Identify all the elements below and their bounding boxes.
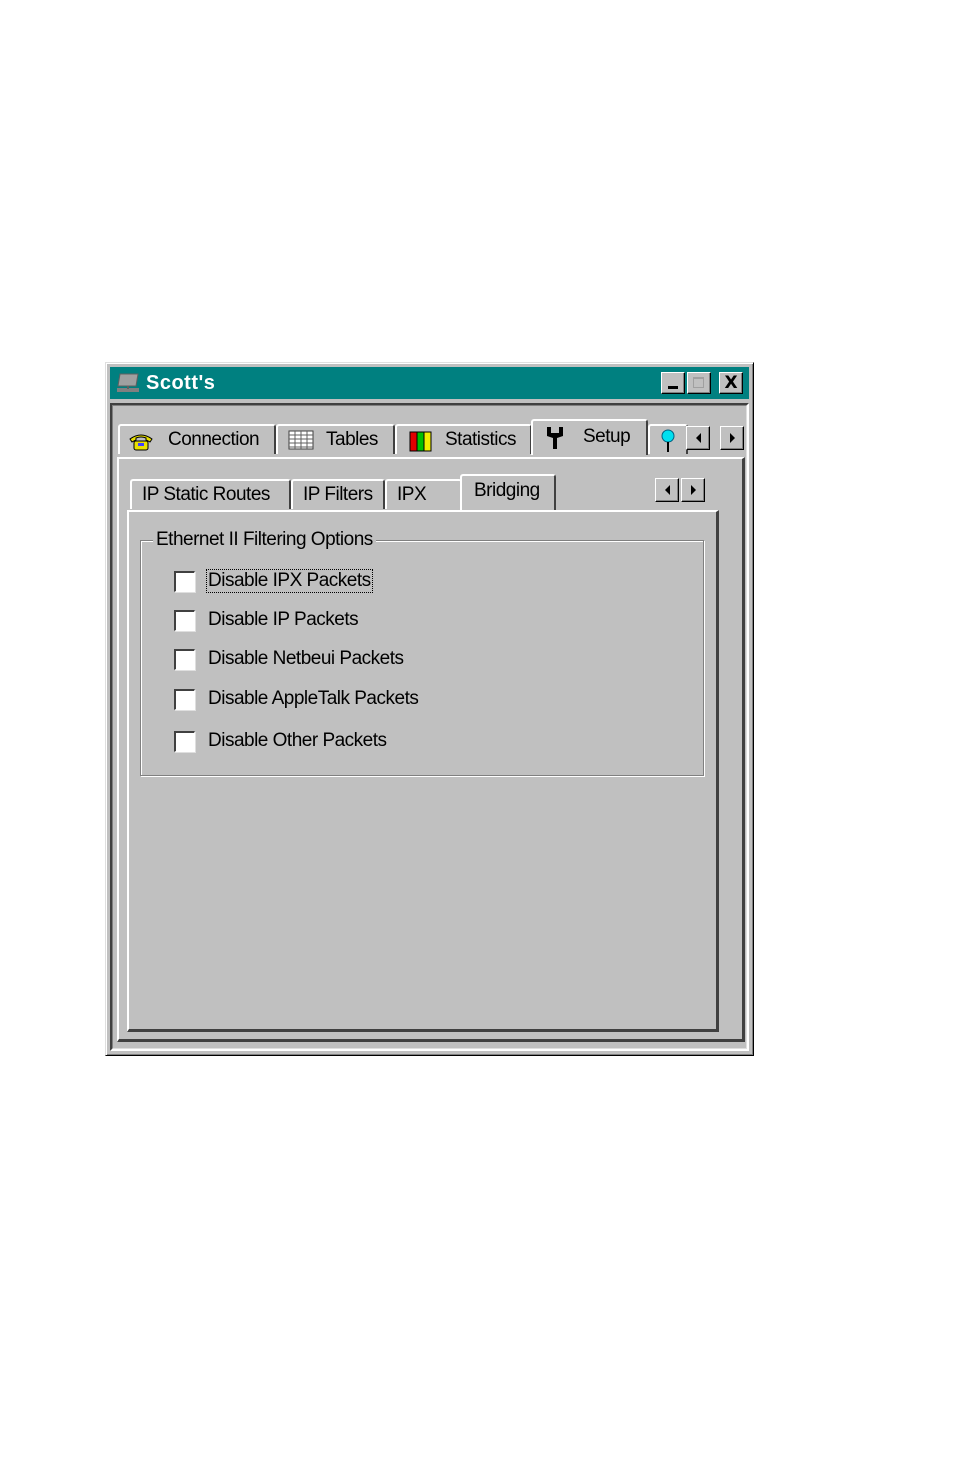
tab-label: Setup (583, 426, 631, 447)
tab-ip-static-routes[interactable]: IP Static Routes (130, 479, 291, 509)
inner-tab-scroller (655, 478, 705, 502)
tab-ip-filters[interactable]: IP Filters (291, 479, 385, 509)
tab-pushpin[interactable] (648, 424, 688, 454)
checkbox-disable-ip[interactable]: Disable IP Packets (174, 608, 359, 632)
checkbox-disable-appletalk[interactable]: Disable AppleTalk Packets (174, 687, 419, 711)
computer-icon (117, 373, 139, 392)
checkbox[interactable] (174, 730, 195, 752)
tab-statistics[interactable]: Statistics (395, 424, 532, 454)
scroll-left-button[interactable] (655, 478, 679, 502)
maximize-icon (693, 377, 704, 388)
tab-label: Tables (326, 429, 378, 450)
arrow-left-icon (664, 485, 670, 495)
checkbox[interactable] (174, 609, 195, 631)
checkbox-disable-other[interactable]: Disable Other Packets (174, 729, 388, 753)
tab-label: IP Filters (303, 484, 373, 505)
wrench-icon (547, 427, 563, 449)
arrow-right-icon (690, 485, 696, 495)
arrow-left-icon (695, 433, 701, 443)
checkbox-label[interactable]: Disable AppleTalk Packets (207, 688, 419, 710)
checkbox[interactable] (174, 648, 195, 670)
tab-ipx[interactable]: IPX (385, 479, 462, 509)
bar-chart-icon (409, 431, 432, 452)
tab-label: Bridging (474, 480, 540, 501)
close-button[interactable]: X (719, 372, 743, 394)
scroll-right-button[interactable] (720, 426, 744, 450)
checkbox-disable-ipx[interactable]: Disable IPX Packets (174, 569, 373, 593)
tab-label: Statistics (445, 429, 517, 450)
arrow-right-icon (729, 433, 735, 443)
outer-tab-scroller (686, 426, 744, 450)
checkbox-label[interactable]: Disable IPX Packets (206, 569, 373, 593)
tab-connection[interactable]: Connection (118, 424, 276, 454)
checkbox-label[interactable]: Disable Other Packets (207, 730, 388, 752)
table-grid-icon (288, 430, 314, 450)
minimize-button[interactable] (661, 372, 685, 394)
pushpin-icon (661, 429, 675, 452)
tab-setup[interactable]: Setup (531, 419, 648, 455)
maximize-button[interactable] (687, 372, 711, 394)
tab-label: Connection (168, 429, 260, 450)
tab-tables[interactable]: Tables (276, 424, 395, 454)
group-title: Ethernet II Filtering Options (153, 529, 376, 551)
window-title: Scott's (146, 372, 216, 394)
scroll-right-button[interactable] (681, 478, 705, 502)
checkbox-label[interactable]: Disable Netbeui Packets (207, 648, 405, 670)
minimize-icon (668, 386, 678, 389)
tab-bridging[interactable]: Bridging (460, 474, 556, 510)
checkbox-disable-netbeui[interactable]: Disable Netbeui Packets (174, 647, 405, 671)
checkbox-label[interactable]: Disable IP Packets (207, 609, 359, 631)
tab-label: IP Static Routes (142, 484, 270, 505)
ethernet-filtering-group: Ethernet II Filtering Options Disable IP… (140, 529, 704, 776)
telephone-icon (129, 434, 153, 451)
title-bar[interactable]: Scott's X (110, 367, 749, 399)
checkbox[interactable] (174, 570, 195, 592)
tab-label: IPX (397, 484, 427, 505)
scroll-left-button[interactable] (686, 426, 710, 450)
checkbox[interactable] (174, 688, 195, 710)
